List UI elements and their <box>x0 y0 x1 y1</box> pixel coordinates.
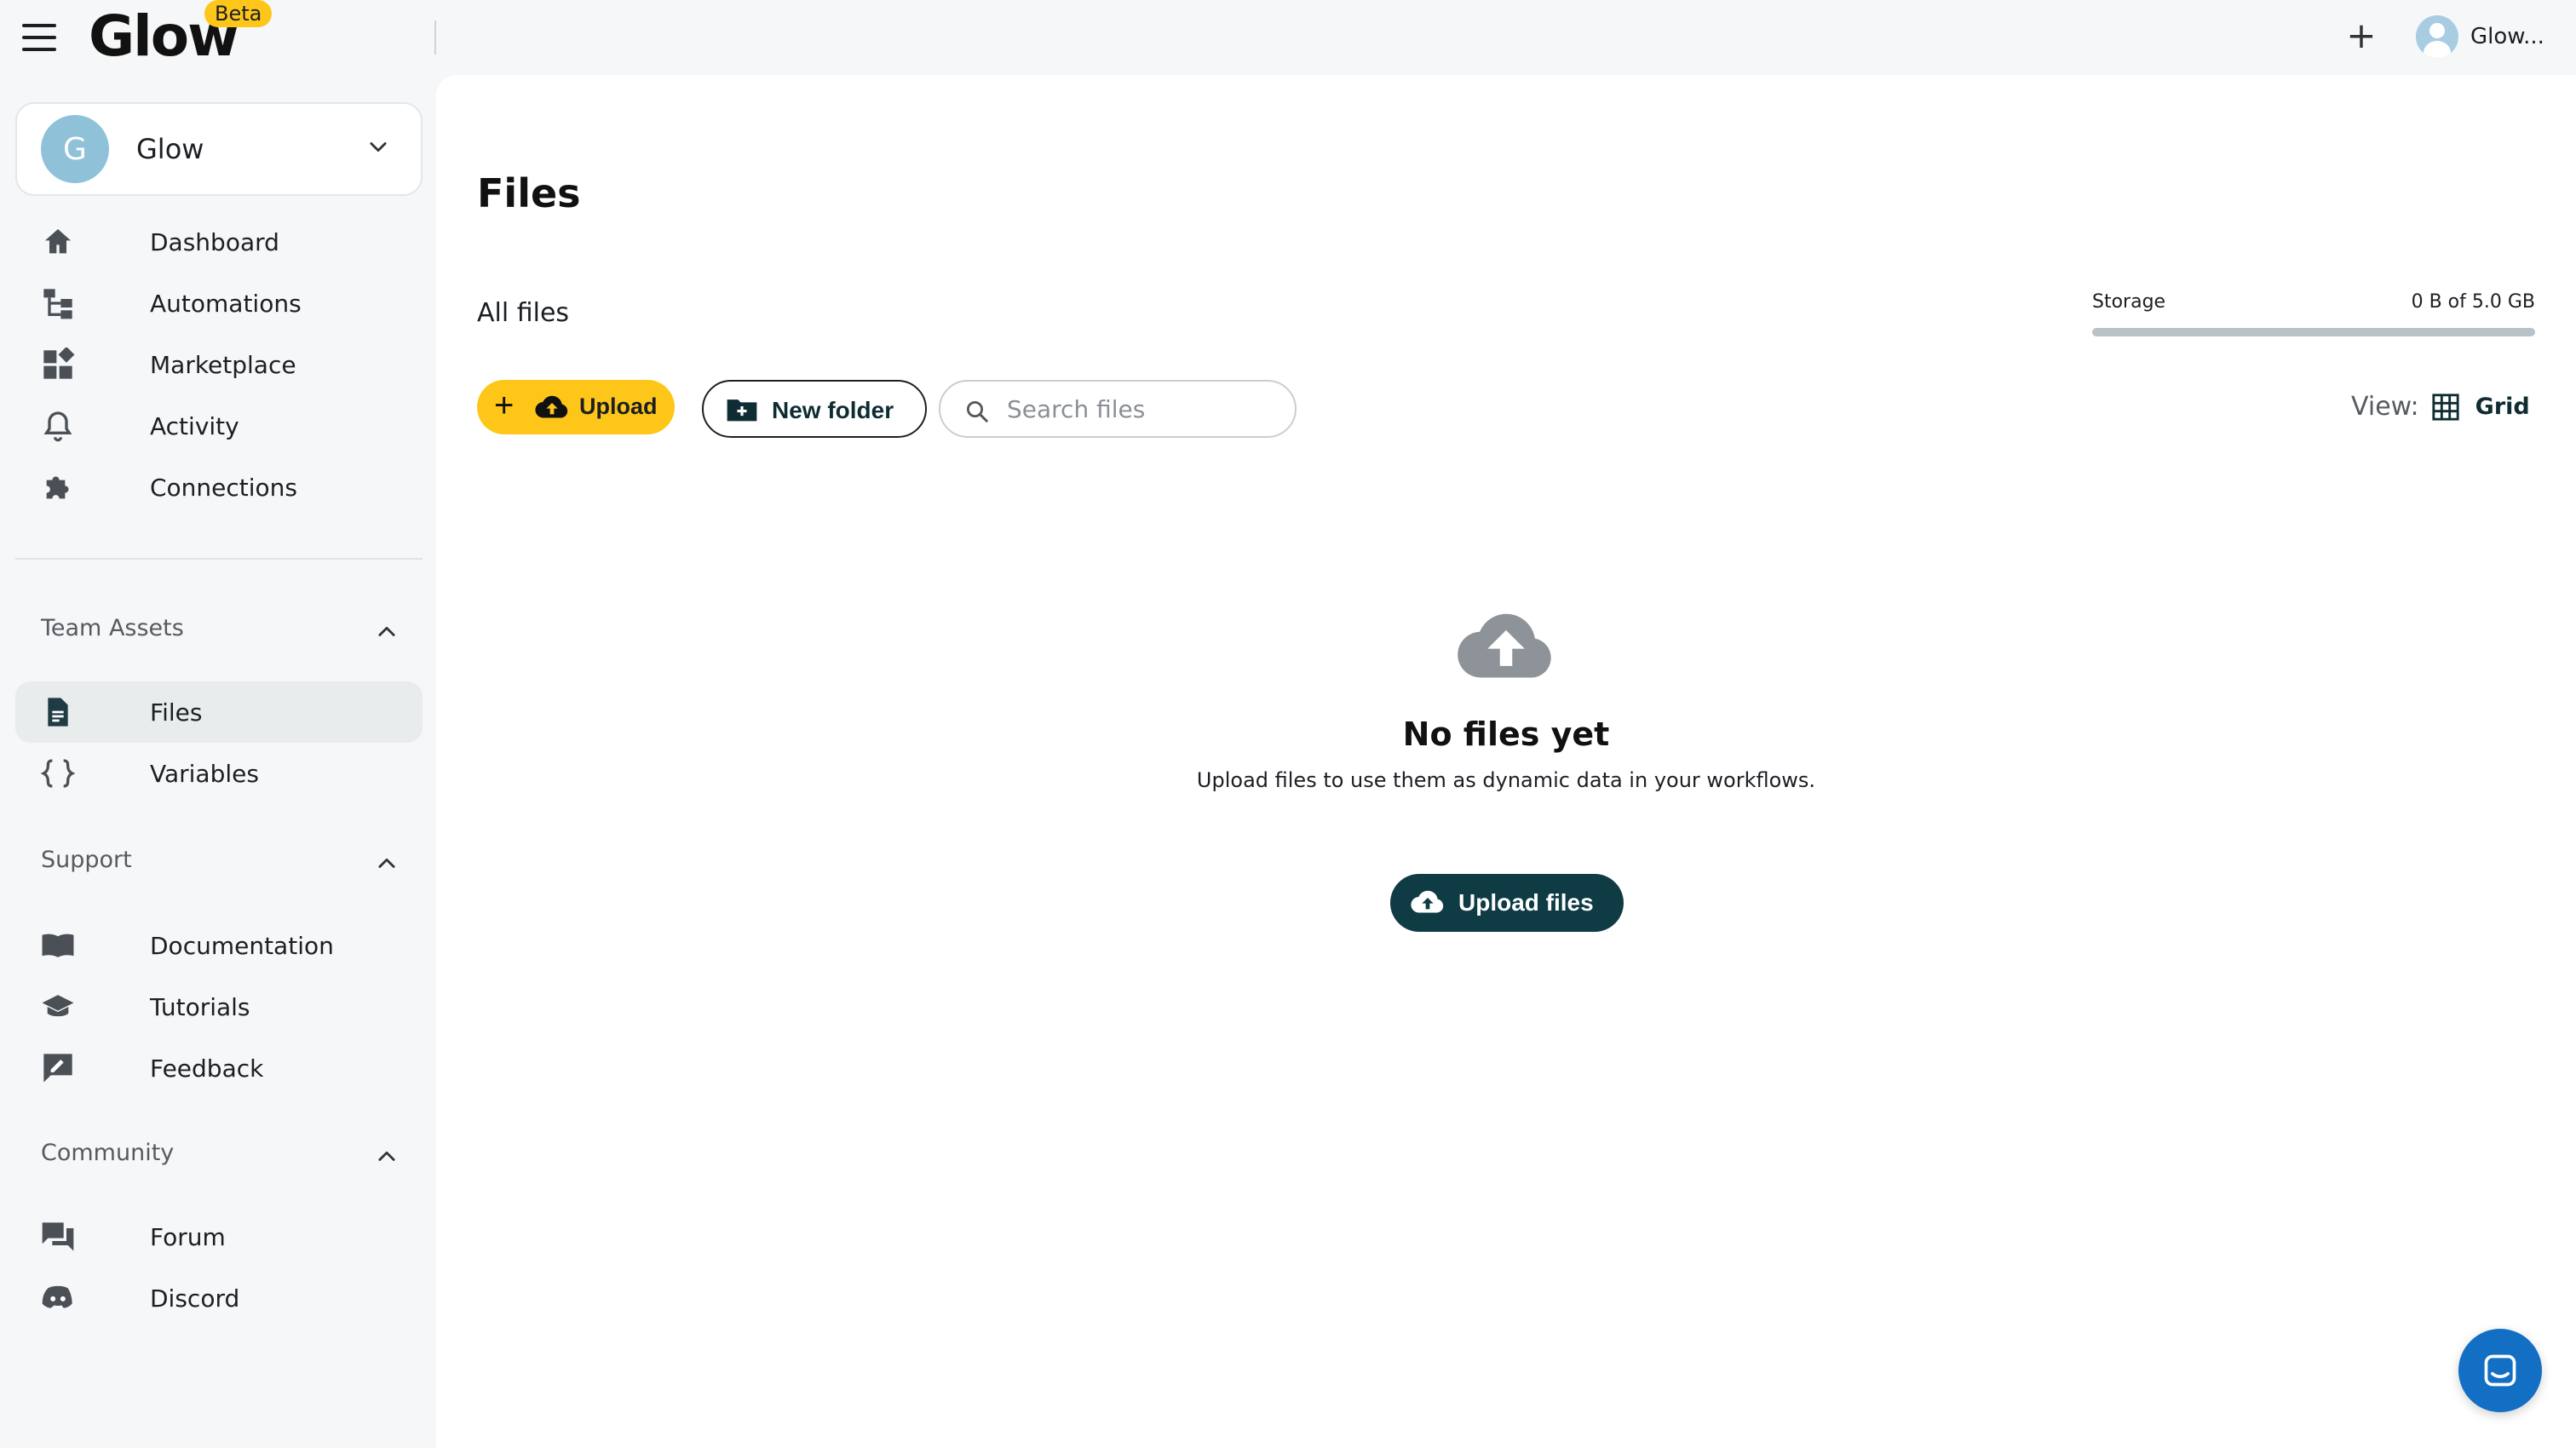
new-folder-button-label: New folder <box>772 397 894 423</box>
workspace-avatar: G <box>41 115 109 183</box>
section-community[interactable]: Community <box>41 1140 399 1174</box>
chevron-up-icon <box>378 626 395 636</box>
sidebar-item-label: Discord <box>150 1284 240 1313</box>
workspace-name: Glow <box>136 133 204 165</box>
search-input[interactable] <box>1007 390 1279 428</box>
forum-icon <box>41 1220 75 1254</box>
sidebar-item-discord[interactable]: Discord <box>15 1267 423 1329</box>
upload-files-button-label: Upload files <box>1458 889 1594 916</box>
top-bar: Glow Beta + Glow... <box>0 0 2576 75</box>
discord-icon <box>41 1281 75 1315</box>
grid-icon <box>2432 393 2459 421</box>
chevron-up-icon <box>378 1151 395 1161</box>
plus-icon: + <box>494 387 515 424</box>
empty-state-text: Upload files to use them as dynamic data… <box>1196 768 1816 792</box>
sidebar-item-label: Forum <box>150 1223 226 1251</box>
chevron-up-icon <box>378 858 395 868</box>
new-folder-button[interactable]: New folder <box>702 380 927 438</box>
sidebar-item-label: Automations <box>150 290 302 318</box>
main-content: Files All files Storage 0 B of 5.0 GB + … <box>436 75 2576 1448</box>
top-divider <box>434 20 436 55</box>
sidebar-item-documentation[interactable]: Documentation <box>15 915 423 976</box>
chat-launcher-button[interactable] <box>2458 1329 2542 1412</box>
storage-value: 0 B of 5.0 GB <box>2411 291 2535 313</box>
section-title: Team Assets <box>41 615 184 641</box>
chat-icon <box>2484 1354 2516 1387</box>
home-icon <box>41 225 75 259</box>
sidebar-item-label: Dashboard <box>150 228 279 256</box>
puzzle-icon <box>41 470 75 504</box>
cloud-upload-icon <box>1458 613 1551 678</box>
sidebar: G Glow Dashboard Automations Marketplace… <box>0 75 436 1448</box>
user-menu[interactable]: Glow... <box>2416 15 2544 58</box>
sidebar-item-files[interactable]: Files <box>15 681 423 743</box>
bell-icon <box>41 409 75 443</box>
chevron-down-icon <box>370 142 387 152</box>
sidebar-item-marketplace[interactable]: Marketplace <box>15 334 423 395</box>
sidebar-item-variables[interactable]: Variables <box>15 743 423 804</box>
sidebar-item-label: Files <box>150 698 203 727</box>
sidebar-item-dashboard[interactable]: Dashboard <box>15 211 423 273</box>
sidebar-item-label: Tutorials <box>150 993 250 1021</box>
section-team-assets[interactable]: Team Assets <box>41 615 399 649</box>
empty-state: No files yet Upload files to use them as… <box>436 612 2576 792</box>
upload-button[interactable]: + Upload <box>477 380 675 434</box>
storage-label: Storage <box>2092 291 2166 313</box>
sidebar-item-tutorials[interactable]: Tutorials <box>15 976 423 1037</box>
file-icon <box>41 695 75 729</box>
sidebar-item-feedback[interactable]: Feedback <box>15 1037 423 1099</box>
user-name: Glow... <box>2470 24 2544 49</box>
workspace-switcher[interactable]: G Glow <box>15 102 423 196</box>
upload-files-button[interactable]: Upload files <box>1390 874 1624 932</box>
workflow-icon <box>41 286 75 320</box>
view-toggle[interactable]: View: Grid <box>2351 392 2530 422</box>
sidebar-item-label: Variables <box>150 760 259 788</box>
storage-meter: Storage 0 B of 5.0 GB <box>2092 291 2535 336</box>
sidebar-item-label: Marketplace <box>150 351 296 379</box>
sidebar-item-activity[interactable]: Activity <box>15 395 423 457</box>
view-label: View: <box>2351 392 2419 422</box>
section-support[interactable]: Support <box>41 847 399 881</box>
braces-icon <box>41 756 75 790</box>
cloud-upload-icon <box>535 395 568 418</box>
sidebar-divider <box>15 558 423 560</box>
book-icon <box>41 928 75 962</box>
feedback-icon <box>41 1051 75 1085</box>
sidebar-item-label: Activity <box>150 412 239 440</box>
sidebar-item-label: Feedback <box>150 1054 264 1083</box>
plus-icon[interactable]: + <box>2341 17 2382 58</box>
beta-badge: Beta <box>204 0 273 27</box>
view-value: Grid <box>2475 394 2530 420</box>
page-title: Files <box>477 170 581 216</box>
sidebar-item-connections[interactable]: Connections <box>15 457 423 518</box>
sidebar-item-label: Connections <box>150 474 298 502</box>
upload-button-label: Upload <box>579 394 658 419</box>
menu-icon[interactable] <box>22 24 56 51</box>
empty-state-heading: No files yet <box>1402 715 1610 753</box>
avatar <box>2416 15 2458 58</box>
widgets-icon <box>41 348 75 382</box>
section-title: Community <box>41 1140 175 1166</box>
breadcrumb[interactable]: All files <box>477 298 569 328</box>
search-box <box>939 380 1297 438</box>
graduation-cap-icon <box>41 990 75 1024</box>
sidebar-item-forum[interactable]: Forum <box>15 1206 423 1267</box>
cloud-upload-icon <box>1411 890 1444 913</box>
sidebar-item-label: Documentation <box>150 932 334 960</box>
folder-plus-icon <box>727 399 757 422</box>
storage-bar <box>2092 328 2535 336</box>
section-title: Support <box>41 847 132 873</box>
sidebar-item-automations[interactable]: Automations <box>15 273 423 334</box>
search-icon <box>967 401 988 422</box>
